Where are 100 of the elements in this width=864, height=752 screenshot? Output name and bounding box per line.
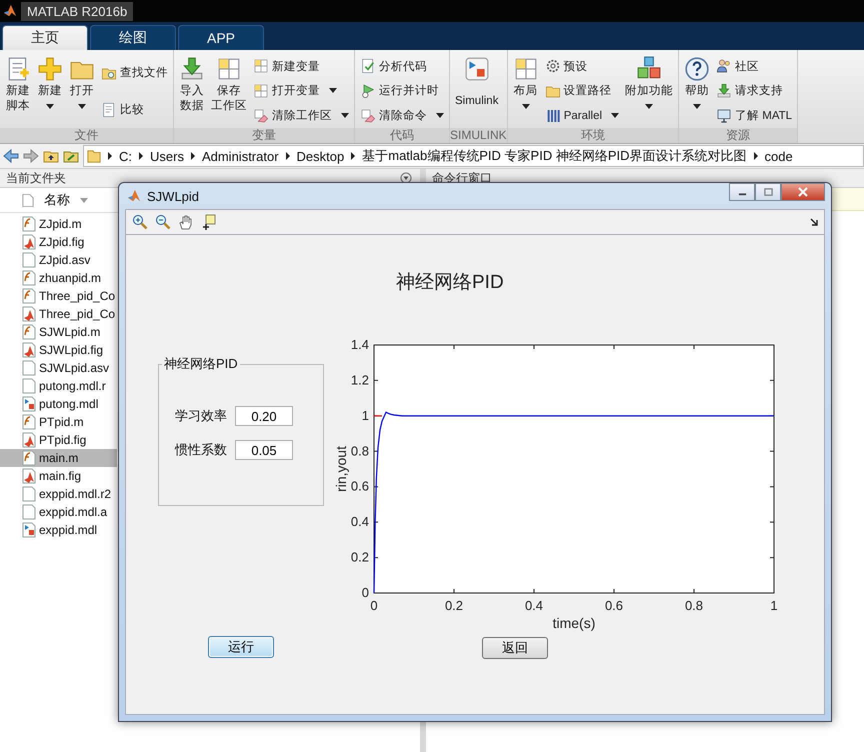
m-file-icon xyxy=(22,288,36,304)
y-tick-label: 1 xyxy=(362,408,369,423)
chevron-icon xyxy=(351,152,356,160)
x-tick-label: 0.6 xyxy=(604,598,624,613)
y-tick-label: 0.2 xyxy=(350,550,369,565)
caret-icon xyxy=(341,113,349,118)
ribbon-button[interactable]: 查找文件 xyxy=(100,64,169,82)
x-tick-label: 0.8 xyxy=(684,598,704,613)
ribbon-button[interactable]: 比较 xyxy=(100,100,169,118)
monitor-icon xyxy=(716,108,732,124)
push-button[interactable]: 运行 xyxy=(208,636,274,658)
file-item[interactable]: exppid.mdl xyxy=(0,521,117,539)
y-tick-label: 0.6 xyxy=(350,478,369,494)
hand-icon[interactable] xyxy=(178,214,194,230)
chevron-icon xyxy=(754,152,758,160)
path-crumb[interactable]: Administrator xyxy=(202,148,279,164)
caret-icon xyxy=(436,113,444,118)
m-file-icon xyxy=(22,450,36,466)
zoom-in-icon[interactable] xyxy=(132,214,148,230)
ribbon-button[interactable]: 新建 xyxy=(34,54,66,128)
ribbon-button[interactable]: 运行并计时 xyxy=(359,82,445,100)
chevron-icon xyxy=(108,152,112,160)
caret-icon xyxy=(78,104,86,109)
file-item[interactable]: SJWLpid.asv xyxy=(0,359,117,377)
dock-arrow-icon[interactable] xyxy=(810,218,818,226)
path-crumb[interactable]: Desktop xyxy=(296,148,344,164)
ribbon-button[interactable]: 了解 MATL xyxy=(715,106,794,125)
minimize-button[interactable] xyxy=(729,183,755,201)
file-item[interactable]: Three_pid_Co xyxy=(0,305,117,323)
figure-heading: 神经网络PID xyxy=(396,271,504,295)
path-crumb[interactable]: Users xyxy=(150,148,184,164)
matlab-logo-icon xyxy=(3,4,17,18)
file-item[interactable]: ZJpid.fig xyxy=(0,233,117,251)
settings-icon xyxy=(544,58,561,74)
ribbon-button[interactable]: 打开 xyxy=(66,54,98,128)
plain-file-icon xyxy=(22,378,36,394)
file-item[interactable]: ZJpid.m xyxy=(0,215,117,233)
x-tick-label: 0 xyxy=(370,598,378,613)
caret-icon xyxy=(522,104,530,109)
ribbon-tab[interactable]: APP xyxy=(178,25,264,50)
x-tick-label: 0.4 xyxy=(524,598,544,613)
grid-icon xyxy=(216,56,242,82)
path-crumb[interactable]: C: xyxy=(119,148,132,164)
ribbon-tab[interactable]: 主页 xyxy=(2,25,88,50)
eraser-icon xyxy=(360,108,376,124)
input-field[interactable]: 0.20 xyxy=(235,406,293,426)
ribbon-button[interactable]: 设置路径 xyxy=(544,82,620,100)
m-file-icon xyxy=(22,270,36,286)
file-item[interactable]: PTpid.fig xyxy=(0,431,117,449)
close-button[interactable] xyxy=(781,183,825,201)
ribbon-button[interactable]: 清除工作区 xyxy=(252,106,350,125)
help-icon xyxy=(684,56,710,82)
ribbon-button[interactable]: 分析代码 xyxy=(359,57,445,76)
ribbon-button[interactable]: Parallel xyxy=(544,106,620,125)
folder-icon xyxy=(87,148,101,164)
m-file-icon xyxy=(22,216,36,232)
y-tick-label: 0.4 xyxy=(350,514,369,530)
file-item[interactable]: exppid.mdl.a xyxy=(0,503,117,521)
file-item[interactable]: main.fig xyxy=(0,467,117,485)
ribbon-button[interactable]: 请求支持 xyxy=(715,82,794,100)
file-item[interactable]: putong.mdl xyxy=(0,395,117,413)
ribbon-button[interactable]: 预设 xyxy=(544,57,620,76)
ribbon-button[interactable]: 附加功能 xyxy=(622,54,676,128)
fig-file-icon xyxy=(22,468,36,484)
file-item[interactable]: exppid.mdl.r2 xyxy=(0,485,117,503)
ribbon-button[interactable]: 帮助 xyxy=(681,54,714,128)
file-item[interactable]: SJWLpid.m xyxy=(0,323,117,341)
block-icon xyxy=(464,56,490,82)
path-crumb[interactable]: code xyxy=(764,148,793,164)
file-item[interactable]: putong.mdl.r xyxy=(0,377,117,395)
input-field[interactable]: 0.05 xyxy=(235,440,293,460)
ribbon-button[interactable]: 新建 脚本 xyxy=(2,54,34,128)
y-tick-label: 0.8 xyxy=(350,443,369,458)
plain-file-icon xyxy=(22,486,36,502)
caret-icon xyxy=(329,88,337,94)
document-icon xyxy=(101,102,117,118)
eraser-icon xyxy=(253,108,269,124)
column-header[interactable]: 名称 xyxy=(44,191,70,209)
ribbon-button[interactable]: 保存 工作区 xyxy=(208,54,250,128)
back-arrow-icon[interactable] xyxy=(3,148,19,164)
ribbon-button[interactable]: Simulink xyxy=(452,54,502,128)
data-cursor-icon[interactable] xyxy=(201,214,217,230)
ribbon-button[interactable]: 打开变量 xyxy=(252,82,350,100)
download-icon xyxy=(179,56,205,82)
push-button[interactable]: 返回 xyxy=(482,637,548,659)
sort-caret-icon xyxy=(80,198,88,202)
file-item[interactable]: zhuanpid.m xyxy=(0,269,117,287)
file-item[interactable]: Three_pid_Co xyxy=(0,287,117,305)
file-item[interactable]: main.m xyxy=(0,449,117,467)
ribbon-tab[interactable]: 绘图 xyxy=(90,25,176,50)
ribbon-button[interactable]: 导入 数据 xyxy=(176,54,208,128)
path-crumb[interactable]: 基于matlab编程传统PID 专家PID 神经网络PID界面设计系统对比图 xyxy=(362,147,746,165)
ribbon-button[interactable]: 社区 xyxy=(715,57,794,76)
file-item[interactable]: SJWLpid.fig xyxy=(0,341,117,359)
ribbon-button[interactable]: 布局 xyxy=(510,54,542,128)
ribbon-button[interactable]: 新建变量 xyxy=(252,57,350,76)
file-item[interactable]: ZJpid.asv xyxy=(0,251,117,269)
ribbon-button[interactable]: 清除命令 xyxy=(359,106,445,125)
zoom-out-icon[interactable] xyxy=(155,214,171,230)
file-item[interactable]: PTpid.m xyxy=(0,413,117,431)
